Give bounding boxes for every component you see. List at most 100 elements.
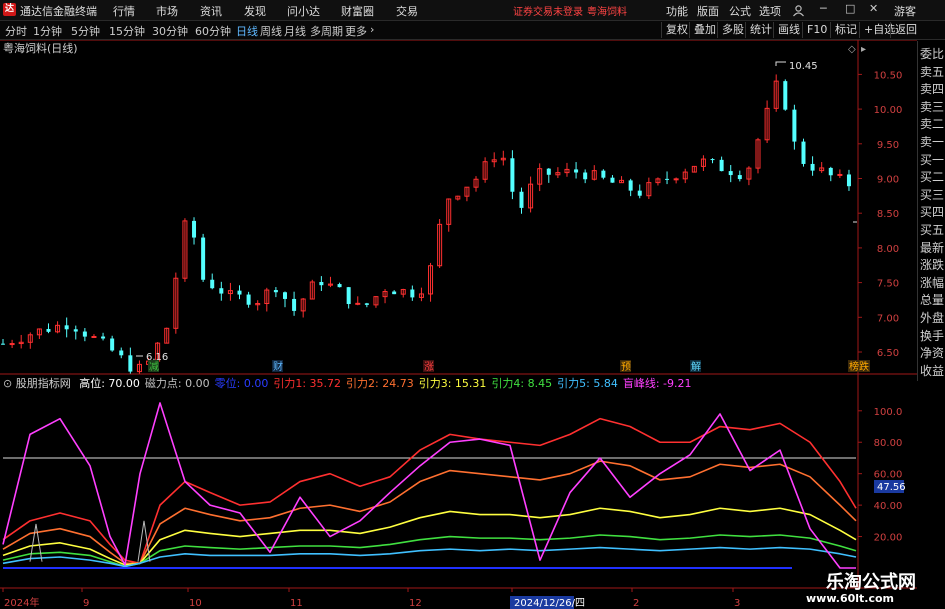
- menu-options[interactable]: 选项: [759, 3, 781, 19]
- sidebar-item-2[interactable]: 卖四: [920, 80, 944, 97]
- price-tick-label: 7.50: [877, 279, 899, 290]
- indicator-tick-label: 80.00: [874, 438, 903, 449]
- period-more[interactable]: 更多: [345, 23, 367, 39]
- menu-functions[interactable]: 功能: [666, 3, 688, 19]
- candle-body: [737, 175, 742, 180]
- menu-wealth-circle[interactable]: 财富圈: [341, 3, 374, 19]
- date-tick-label: 9: [83, 598, 89, 609]
- event-marker-unlock[interactable]: 解: [691, 360, 701, 373]
- sidebar-item-4[interactable]: 卖二: [920, 115, 944, 132]
- candle-body: [319, 281, 324, 286]
- sidebar-item-11[interactable]: 最新: [920, 239, 944, 256]
- maximize-button[interactable]: □: [845, 2, 855, 15]
- candle-body: [410, 289, 415, 298]
- period-week[interactable]: 周线: [260, 23, 282, 39]
- overlay-button[interactable]: 叠加: [689, 22, 720, 38]
- close-button[interactable]: ✕: [869, 2, 878, 15]
- indicator-legend-item-3: 引力1: 35.72: [273, 377, 342, 390]
- price-tick-label: 8.50: [877, 209, 899, 220]
- sidebar-item-5[interactable]: 卖一: [920, 133, 944, 150]
- menu-quotes[interactable]: 行情: [113, 3, 135, 19]
- sidebar-item-17[interactable]: 净资: [920, 344, 944, 361]
- high-price-label: 10.45: [789, 61, 818, 72]
- sidebar-item-0[interactable]: 委比: [920, 45, 944, 62]
- candle-body: [710, 159, 715, 161]
- menu-news[interactable]: 资讯: [200, 3, 222, 19]
- current-value-label: 47.56: [877, 482, 906, 493]
- candle-body: [282, 292, 287, 299]
- candle-body: [192, 220, 197, 238]
- indicator-tick-label: 100.0: [874, 407, 903, 418]
- expand-icon[interactable]: ▸: [861, 44, 866, 55]
- sidebar-item-3[interactable]: 卖三: [920, 98, 944, 115]
- candle-body: [519, 191, 524, 208]
- restore-rights-button[interactable]: 复权: [661, 22, 692, 38]
- candle-body: [601, 170, 606, 178]
- period-month[interactable]: 月线: [284, 23, 306, 39]
- sidebar-item-1[interactable]: 卖五: [920, 63, 944, 80]
- back-button[interactable]: 返回: [890, 22, 921, 38]
- menu-layout[interactable]: 版面: [697, 3, 719, 19]
- kline-chart[interactable]: 粤海饲料(日线) ◇ ▸ 10.50 10.00 9.50 9.00 8.50 8.00 7…: [0, 40, 917, 609]
- sidebar-item-7[interactable]: 买二: [920, 168, 944, 185]
- indicator-settings-icon[interactable]: ⊙: [3, 377, 12, 390]
- candle-body: [837, 173, 843, 176]
- date-tick-label: 10: [189, 598, 202, 609]
- period-tick[interactable]: 分时: [5, 23, 27, 39]
- candle-body: [574, 169, 579, 173]
- sidebar-item-10[interactable]: 买五: [920, 221, 944, 238]
- app-logo-icon: 达: [3, 3, 16, 16]
- menu-discover[interactable]: 发现: [244, 3, 266, 19]
- period-60min[interactable]: 60分钟: [195, 23, 231, 39]
- indicator-name[interactable]: 股朋指标网: [16, 377, 71, 390]
- menu-ask[interactable]: 问小达: [287, 3, 320, 19]
- candle-body: [9, 343, 15, 346]
- guest-label[interactable]: 游客: [894, 3, 916, 19]
- period-1min[interactable]: 1分钟: [33, 23, 62, 39]
- sidebar-item-9[interactable]: 买四: [920, 203, 944, 220]
- menu-market[interactable]: 市场: [156, 3, 178, 19]
- candle-body: [64, 325, 69, 330]
- user-icon[interactable]: [792, 4, 805, 17]
- period-day[interactable]: 日线: [236, 23, 258, 39]
- event-marker-ranking[interactable]: 榜跌: [849, 360, 869, 373]
- settings-icon[interactable]: ◇: [848, 44, 856, 55]
- price-tick-label: 6.50: [877, 348, 899, 359]
- indicator-tick-label: 60.00: [874, 470, 903, 481]
- event-marker-finance[interactable]: 财: [273, 360, 283, 373]
- candle-body: [110, 338, 115, 351]
- sidebar-item-6[interactable]: 买一: [920, 151, 944, 168]
- sidebar-item-8[interactable]: 买三: [920, 186, 944, 203]
- event-marker-forecast[interactable]: 预: [621, 361, 631, 373]
- indicator-tick-label: 20.00: [874, 533, 903, 544]
- multi-stock-button[interactable]: 多股: [717, 22, 748, 38]
- sidebar-item-13[interactable]: 涨幅: [920, 274, 944, 291]
- mark-button[interactable]: 标记: [830, 22, 861, 38]
- login-warning[interactable]: 证券交易未登录: [513, 3, 583, 18]
- date-axis: 2024年 9 10 11 12 2024/12/26/四 2 3: [2, 588, 740, 609]
- minimize-button[interactable]: ─: [820, 2, 827, 15]
- candle-body: [364, 303, 369, 305]
- period-15min[interactable]: 15分钟: [109, 23, 145, 39]
- event-marker-rise[interactable]: 涨: [424, 361, 434, 373]
- candle-body: [628, 180, 633, 191]
- candle-body: [665, 178, 670, 180]
- period-30min[interactable]: 30分钟: [152, 23, 188, 39]
- period-5min[interactable]: 5分钟: [71, 23, 100, 39]
- candle-body: [583, 172, 588, 180]
- sidebar-item-16[interactable]: 换手: [920, 327, 944, 344]
- event-marker-reduce[interactable]: 减: [149, 361, 159, 373]
- draw-line-button[interactable]: 画线: [773, 22, 804, 38]
- sidebar-item-15[interactable]: 外盘: [920, 309, 944, 326]
- f10-button[interactable]: F10: [802, 22, 831, 38]
- indicator-legend-item-0: 高位: 70.00: [79, 377, 140, 390]
- sidebar-item-12[interactable]: 涨跌: [920, 256, 944, 273]
- menu-trade[interactable]: 交易: [396, 3, 418, 19]
- sidebar-item-18[interactable]: 收益: [920, 362, 944, 379]
- sidebar-item-14[interactable]: 总量: [920, 291, 944, 308]
- stats-button[interactable]: 统计: [745, 22, 776, 38]
- chevron-right-icon[interactable]: ›: [370, 23, 374, 36]
- period-multi[interactable]: 多周期: [310, 23, 343, 39]
- indicator-line-3: [2, 507, 857, 566]
- menu-formula[interactable]: 公式: [729, 3, 751, 19]
